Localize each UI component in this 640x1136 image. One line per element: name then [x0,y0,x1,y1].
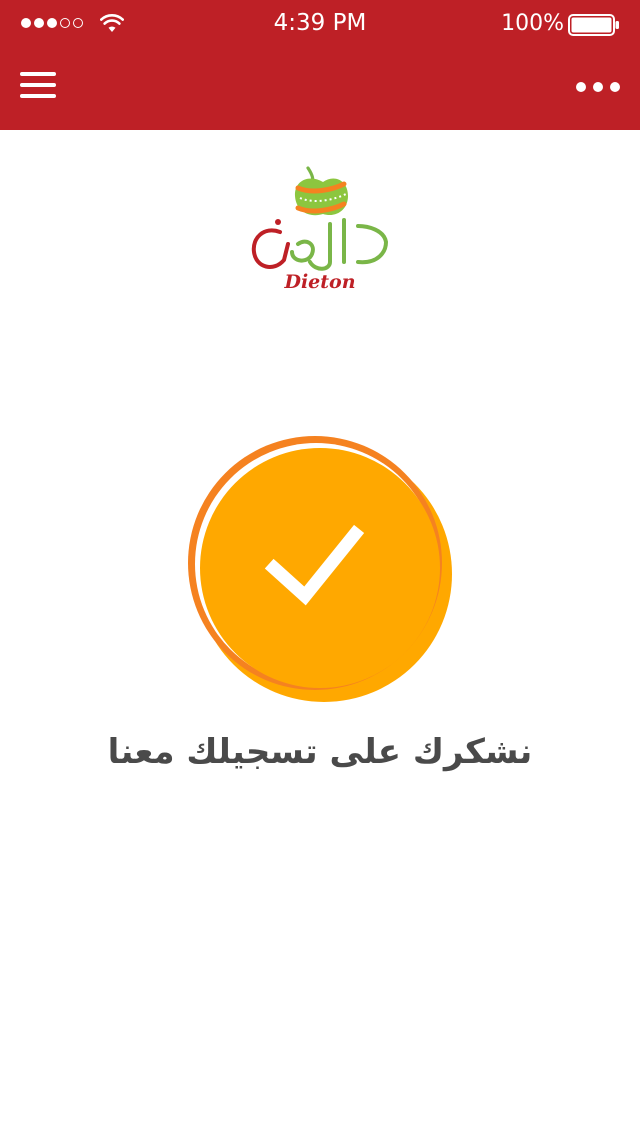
checkmark-icon [188,436,452,702]
battery-icon [568,14,619,36]
apple-logo-icon [251,166,389,271]
app-header: 4:39 PM 100% [0,0,640,130]
battery-percentage: 100% [501,11,564,36]
success-message: نشكرك على تسجيلك معنا [107,732,533,772]
app-screen: 4:39 PM 100% Dieton نشكرك على تسجيلك معن… [0,0,640,1136]
hamburger-menu-icon[interactable] [20,70,56,100]
status-bar: 4:39 PM 100% [0,0,640,50]
dieton-logo: Dieton [240,160,400,300]
more-dots-icon[interactable] [576,80,620,94]
logo-brand-name: Dieton [284,271,356,293]
